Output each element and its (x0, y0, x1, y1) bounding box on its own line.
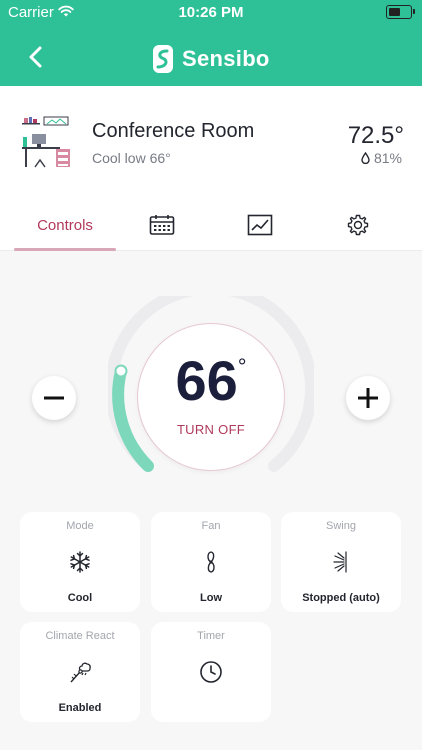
status-bar: Carrier 10:26 PM (0, 0, 422, 24)
room-name: Conference Room (92, 120, 255, 142)
dial-handle[interactable] (114, 364, 128, 378)
climate-react-label: Climate React (45, 630, 115, 642)
brand-logo: Sensibo (152, 44, 270, 74)
fan-card[interactable]: Fan Low (151, 512, 271, 612)
turn-off-button[interactable]: TURN OFF (138, 422, 284, 437)
mode-card[interactable]: Mode Cool (20, 512, 140, 612)
fan-label: Fan (201, 520, 221, 532)
tab-controls[interactable]: Controls (14, 200, 116, 251)
plus-icon (358, 388, 378, 408)
tab-controls-label: Controls (37, 216, 93, 234)
chart-icon (247, 214, 273, 236)
humidity-value: 81% (373, 150, 402, 166)
mode-value: Cool (67, 592, 93, 604)
swing-value: Stopped (auto) (302, 592, 380, 604)
app-header: Carrier 10:26 PM Sensibo (0, 0, 422, 86)
room-humidity: 81% (361, 150, 402, 166)
sensibo-logo-icon (153, 45, 173, 73)
active-tab-indicator (14, 248, 116, 251)
tab-history[interactable] (240, 200, 280, 250)
brand-name: Sensibo (182, 46, 270, 71)
clock-time: 10:26 PM (178, 4, 244, 21)
decrease-temperature-button[interactable] (32, 376, 76, 420)
fan-value: Low (200, 592, 222, 604)
climate-react-card[interactable]: Climate React Enabled (20, 622, 140, 722)
setpoint-value: 66 (175, 349, 238, 412)
tab-settings[interactable] (338, 200, 378, 250)
swing-label: Swing (326, 520, 356, 532)
setpoint-display: 66° (138, 348, 284, 413)
room-ac-status: Cool low 66° (92, 150, 171, 166)
increase-temperature-button[interactable] (346, 376, 390, 420)
swing-icon (333, 551, 347, 573)
water-drop-icon (361, 152, 370, 164)
back-chevron-icon[interactable] (22, 42, 52, 72)
tab-bar: Controls (0, 200, 422, 251)
clock-icon (200, 661, 222, 683)
minus-icon (44, 396, 64, 400)
tab-schedule[interactable] (142, 200, 182, 250)
climate-react-icon (70, 662, 91, 683)
office-room-icon (22, 116, 70, 168)
snowflake-icon (70, 551, 90, 573)
fan-icon (207, 551, 215, 573)
calendar-icon (149, 215, 175, 235)
battery-icon (386, 5, 415, 19)
timer-label: Timer (197, 630, 225, 642)
timer-card[interactable]: Timer (151, 622, 271, 722)
room-card: Conference Room Cool low 66° 72.5° 81% (0, 86, 422, 200)
gear-icon (347, 214, 369, 236)
swing-card[interactable]: Swing Stopped (auto) (281, 512, 401, 612)
mode-label: Mode (66, 520, 94, 532)
room-temperature: 72.5° (347, 122, 404, 149)
setpoint-unit: ° (237, 354, 247, 379)
climate-react-value: Enabled (58, 702, 102, 714)
